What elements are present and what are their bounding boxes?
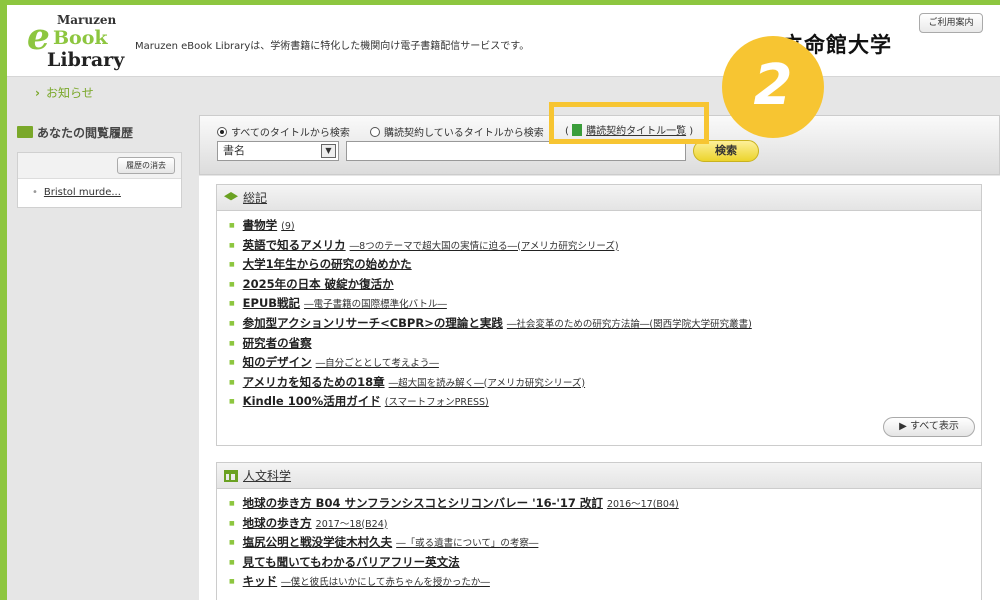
logo-book: Book: [53, 27, 108, 49]
book-title: 大学1年生からの研究の始めかた: [242, 257, 412, 272]
history-clear-row: 履歴の消去: [18, 153, 181, 179]
book-icon: [17, 126, 33, 138]
list-item[interactable]: 研究者の省察: [229, 335, 981, 355]
book-title: アメリカを知るための18章: [242, 374, 385, 389]
book-subtitle: ―僕と彼氏はいかにして赤ちゃんを授かったか―: [281, 577, 490, 589]
ebook-library-logo[interactable]: Maruzen e Book Library: [27, 13, 127, 73]
book-subtitle: ―自分ごととして考えよう―: [315, 358, 439, 370]
section-general: 総記 書物学(9) 英語で知るアメリカ―8つのテーマで超大国の実情に迫る―(アメ…: [216, 184, 982, 446]
book-subtitle: ―電子書籍の国際標準化バトル―: [304, 299, 447, 311]
history-title-text: あなたの閲覧履歴: [37, 126, 134, 140]
left-accent-bar: [0, 0, 7, 600]
book-subtitle: ―「或る遺書について」の考察―: [396, 538, 539, 550]
history-box: 履歴の消去 Bristol murde...: [17, 152, 182, 208]
help-button[interactable]: ご利用案内: [919, 13, 983, 33]
book-title: 英語で知るアメリカ: [242, 237, 346, 252]
header: Maruzen e Book Library Maruzen eBook Lib…: [7, 5, 1000, 77]
radio-all-titles[interactable]: すべてのタイトルから検索: [217, 124, 350, 139]
section-header[interactable]: 人文科学: [217, 463, 981, 489]
chevron-right-icon: ›: [35, 86, 40, 100]
main-content: 総記 書物学(9) 英語で知るアメリカ―8つのテーマで超大国の実情に迫る―(アメ…: [199, 176, 1000, 600]
highlight-frame: [549, 102, 709, 144]
logo-maruzen: Maruzen: [57, 13, 117, 27]
book-title: キッド: [242, 574, 278, 589]
book-title: 地球の歩き方 B04 サンフランシスコとシリコンバレー '16-'17 改訂: [242, 496, 603, 510]
book-title: 書物学: [242, 218, 278, 232]
book-subtitle: ―超大国を読み解く―(アメリカ研究シリーズ): [388, 377, 586, 389]
book-title: 見ても聞いてもわかるバリアフリー英文法: [242, 554, 460, 569]
book-title: 塩尻公明と戦没学徒木村久夫: [242, 535, 393, 550]
list-item[interactable]: 大学1年生からの研究の始めかた: [229, 256, 981, 276]
book-title: Kindle 100%活用ガイド: [242, 394, 381, 409]
section-header[interactable]: 総記: [217, 185, 981, 211]
list-item[interactable]: 2025年の日本 破綻か復活か: [229, 276, 981, 296]
list-item[interactable]: 地球の歩き方2017～18(B24): [229, 515, 981, 535]
book-title: 2025年の日本 破綻か復活か: [242, 276, 394, 291]
history-sidebar: あなたの閲覧履歴 履歴の消去 Bristol murde...: [14, 118, 183, 210]
chevron-down-icon: ▼: [321, 144, 336, 158]
list-item[interactable]: キッド―僕と彼氏はいかにして赤ちゃんを授かったか―: [229, 573, 981, 593]
book-subtitle: 2016～17(B04): [606, 499, 679, 510]
list-item[interactable]: アメリカを知るための18章―超大国を読み解く―(アメリカ研究シリーズ): [229, 374, 981, 394]
section-humanities: 人文科学 地球の歩き方 B04 サンフランシスコとシリコンバレー '16-'17…: [216, 462, 982, 600]
book-title: 地球の歩き方: [242, 515, 312, 530]
book-subtitle: ―8つのテーマで超大国の実情に迫る―(アメリカ研究シリーズ): [349, 240, 619, 252]
list-item[interactable]: 地球の歩き方 B04 サンフランシスコとシリコンバレー '16-'17 改訂20…: [229, 495, 981, 515]
list-item[interactable]: EPUB戦記―電子書籍の国際標準化バトル―: [229, 295, 981, 315]
radio-unselected-icon: [370, 127, 380, 137]
section-title: 総記: [243, 191, 268, 205]
list-item[interactable]: 英語で知るアメリカ―8つのテーマで超大国の実情に迫る―(アメリカ研究シリーズ): [229, 237, 981, 257]
book-subtitle: (スマートフォンPRESS): [384, 397, 489, 409]
news-link[interactable]: › お知らせ: [35, 84, 94, 101]
building-icon: [224, 470, 238, 482]
graduation-cap-icon: [224, 192, 238, 201]
search-input[interactable]: [346, 141, 686, 161]
book-title: 参加型アクションリサーチ<CBPR>の理論と実践: [242, 315, 503, 330]
list-item[interactable]: 塩尻公明と戦没学徒木村久夫―「或る遺書について」の考察―: [229, 534, 981, 554]
radio-contract-titles[interactable]: 購読契約しているタイトルから検索: [370, 124, 544, 139]
show-all-button[interactable]: ▶ すべて表示: [883, 417, 975, 437]
book-list: 地球の歩き方 B04 サンフランシスコとシリコンバレー '16-'17 改訂20…: [217, 489, 981, 593]
book-title: 知のデザイン: [242, 355, 312, 370]
list-item[interactable]: 見ても聞いてもわかるバリアフリー英文法: [229, 554, 981, 574]
list-item[interactable]: 書物学(9): [229, 217, 981, 237]
book-subtitle: 2017～18(B24): [315, 518, 388, 530]
clear-history-button[interactable]: 履歴の消去: [117, 157, 175, 174]
book-title: 研究者の省察: [242, 335, 312, 350]
book-subtitle: (9): [281, 221, 295, 232]
search-field-value: 書名: [223, 144, 245, 157]
radio-selected-icon: [217, 127, 227, 137]
radio-contract-label: 購読契約しているタイトルから検索: [384, 128, 544, 139]
history-title: あなたの閲覧履歴: [17, 124, 133, 141]
book-list: 書物学(9) 英語で知るアメリカ―8つのテーマで超大国の実情に迫る―(アメリカ研…: [217, 211, 981, 413]
logo-library: Library: [47, 49, 125, 71]
list-item[interactable]: 知のデザイン―自分ごととして考えよう―: [229, 354, 981, 374]
book-subtitle: ―社会変革のための研究方法論―(関西学院大学研究叢書): [506, 318, 752, 330]
service-tagline: Maruzen eBook Libraryは、学術書籍に特化した機関向け電子書籍…: [135, 41, 530, 52]
step-badge: 2: [722, 36, 824, 138]
history-item[interactable]: Bristol murde...: [32, 187, 121, 198]
list-item[interactable]: 参加型アクションリサーチ<CBPR>の理論と実践―社会変革のための研究方法論―(…: [229, 315, 981, 335]
book-title: EPUB戦記: [242, 296, 301, 311]
list-item[interactable]: Kindle 100%活用ガイド(スマートフォンPRESS): [229, 393, 981, 413]
search-field-select[interactable]: 書名 ▼: [217, 141, 339, 161]
radio-all-label: すべてのタイトルから検索: [231, 128, 350, 139]
show-all-label: すべて表示: [909, 421, 959, 432]
section-title: 人文科学: [243, 469, 292, 483]
news-label: お知らせ: [45, 86, 94, 100]
